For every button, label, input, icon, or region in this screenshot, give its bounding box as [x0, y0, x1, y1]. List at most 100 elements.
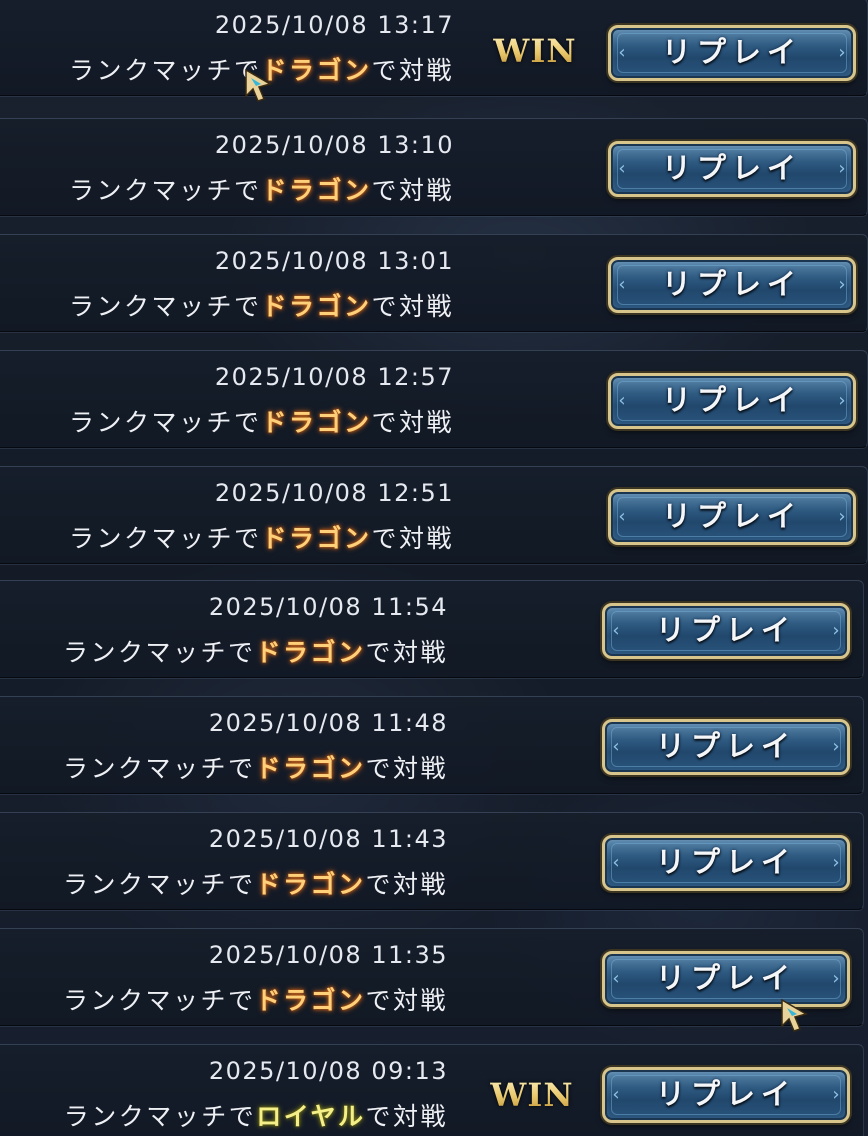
chevron-left-icon: ‹ [618, 390, 626, 411]
class-name: ドラゴン [261, 524, 372, 553]
chevron-left-icon: ‹ [612, 852, 620, 873]
row-text-block: 2025/10/08 09:13 ランクマッチでロイヤルで対戦 [0, 1045, 448, 1136]
match-mode-text: ランクマッチで [62, 638, 256, 667]
row-text-block: 2025/10/08 11:54 ランクマッチでドラゴンで対戦 [0, 581, 448, 679]
chevron-left-icon: ‹ [618, 42, 626, 63]
match-history-list: 2025/10/08 13:17 ランクマッチでドラゴンで対戦 WIN ‹ リプ… [0, 0, 868, 1136]
match-suffix-text: で対戦 [371, 56, 454, 85]
match-history-row: 2025/10/08 13:17 ランクマッチでドラゴンで対戦 WIN ‹ リプ… [0, 0, 868, 96]
replay-button[interactable]: ‹ リプレイ › [602, 1067, 850, 1123]
match-history-row: 2025/10/08 13:10 ランクマッチでドラゴンで対戦 ‹ リプレイ › [0, 118, 868, 216]
match-history-row: 2025/10/08 11:43 ランクマッチでドラゴンで対戦 ‹ リプレイ › [0, 812, 864, 910]
chevron-right-icon: › [838, 42, 846, 63]
match-datetime: 2025/10/08 13:01 [214, 247, 454, 275]
match-mode-text: ランクマッチで [68, 56, 262, 85]
class-name: ドラゴン [255, 870, 366, 899]
match-mode-text: ランクマッチで [68, 176, 262, 205]
chevron-right-icon: › [838, 274, 846, 295]
row-text-block: 2025/10/08 11:43 ランクマッチでドラゴンで対戦 [0, 813, 448, 911]
match-suffix-text: で対戦 [371, 292, 454, 321]
match-mode-text: ランクマッチで [63, 1102, 257, 1131]
match-datetime: 2025/10/08 12:57 [214, 363, 454, 391]
chevron-right-icon: › [838, 158, 846, 179]
match-mode-text: ランクマッチで [62, 754, 256, 783]
replay-button-label: リプレイ [655, 961, 796, 995]
match-mode-text: ランクマッチで [68, 408, 262, 437]
win-badge: WIN [490, 1076, 574, 1114]
replay-button[interactable]: ‹ リプレイ › [608, 257, 856, 313]
replay-button-label: リプレイ [661, 267, 802, 301]
row-text-block: 2025/10/08 11:48 ランクマッチでドラゴンで対戦 [0, 697, 448, 795]
cursor-arrow-icon [781, 998, 808, 1032]
match-suffix-text: で対戦 [365, 870, 448, 899]
match-description: ランクマッチでドラゴンで対戦 [2, 403, 454, 439]
match-history-row: 2025/10/08 13:01 ランクマッチでドラゴンで対戦 ‹ リプレイ › [0, 234, 868, 332]
replay-button[interactable]: ‹ リプレイ › [602, 719, 850, 775]
match-description: ランクマッチでロイヤルで対戦 [0, 1097, 448, 1133]
replay-button[interactable]: ‹ リプレイ › [608, 141, 856, 197]
chevron-right-icon: › [832, 852, 840, 873]
match-mode-text: ランクマッチで [68, 292, 262, 321]
class-name: ドラゴン [261, 292, 372, 321]
chevron-right-icon: › [838, 506, 846, 527]
match-history-row: 2025/10/08 11:48 ランクマッチでドラゴンで対戦 ‹ リプレイ › [0, 696, 864, 794]
chevron-right-icon: › [832, 1084, 840, 1105]
class-name: ドラゴン [255, 754, 366, 783]
match-suffix-text: で対戦 [371, 524, 454, 553]
match-datetime: 2025/10/08 11:54 [208, 593, 448, 621]
class-name: ドラゴン [261, 408, 372, 437]
chevron-right-icon: › [838, 390, 846, 411]
win-badge: WIN [493, 32, 577, 70]
match-suffix-text: で対戦 [365, 986, 448, 1015]
match-suffix-text: で対戦 [371, 408, 454, 437]
chevron-left-icon: ‹ [612, 736, 620, 757]
replay-button-label: リプレイ [655, 1077, 796, 1111]
replay-button-label: リプレイ [661, 151, 802, 185]
chevron-right-icon: › [832, 968, 840, 989]
class-name: ドラゴン [255, 638, 366, 667]
row-text-block: 2025/10/08 12:51 ランクマッチでドラゴンで対戦 [0, 467, 454, 565]
row-text-block: 2025/10/08 13:01 ランクマッチでドラゴンで対戦 [0, 235, 454, 333]
match-description: ランクマッチでドラゴンで対戦 [0, 749, 448, 785]
replay-button[interactable]: ‹ リプレイ › [608, 489, 856, 545]
match-mode-text: ランクマッチで [62, 870, 256, 899]
replay-button-label: リプレイ [661, 35, 802, 69]
replay-button[interactable]: ‹ リプレイ › [602, 951, 850, 1007]
replay-button-label: リプレイ [655, 845, 796, 879]
match-suffix-text: で対戦 [371, 176, 454, 205]
class-name: ロイヤル [256, 1102, 366, 1131]
chevron-left-icon: ‹ [612, 968, 620, 989]
replay-button[interactable]: ‹ リプレイ › [608, 25, 856, 81]
replay-button-label: リプレイ [661, 499, 802, 533]
replay-button-label: リプレイ [655, 613, 796, 647]
chevron-left-icon: ‹ [612, 1084, 620, 1105]
match-datetime: 2025/10/08 11:48 [208, 709, 448, 737]
match-description: ランクマッチでドラゴンで対戦 [2, 287, 454, 323]
replay-button[interactable]: ‹ リプレイ › [608, 373, 856, 429]
row-text-block: 2025/10/08 13:17 ランクマッチでドラゴンで対戦 [0, 0, 454, 97]
replay-button[interactable]: ‹ リプレイ › [602, 603, 850, 659]
match-suffix-text: で対戦 [365, 638, 448, 667]
replay-button-label: リプレイ [661, 383, 802, 417]
row-text-block: 2025/10/08 11:35 ランクマッチでドラゴンで対戦 [0, 929, 448, 1027]
match-description: ランクマッチでドラゴンで対戦 [2, 51, 454, 87]
match-history-row: 2025/10/08 12:51 ランクマッチでドラゴンで対戦 ‹ リプレイ › [0, 466, 868, 564]
match-suffix-text: で対戦 [365, 754, 448, 783]
match-datetime: 2025/10/08 09:13 [208, 1057, 448, 1085]
class-name: ドラゴン [261, 176, 372, 205]
replay-button[interactable]: ‹ リプレイ › [602, 835, 850, 891]
match-datetime: 2025/10/08 11:35 [208, 941, 448, 969]
match-description: ランクマッチでドラゴンで対戦 [0, 981, 448, 1017]
chevron-left-icon: ‹ [618, 506, 626, 527]
match-mode-text: ランクマッチで [68, 524, 262, 553]
match-suffix-text: で対戦 [365, 1102, 448, 1131]
match-datetime: 2025/10/08 11:43 [208, 825, 448, 853]
chevron-left-icon: ‹ [618, 158, 626, 179]
class-name: ドラゴン [255, 986, 366, 1015]
match-history-row: 2025/10/08 11:35 ランクマッチでドラゴンで対戦 ‹ リプレイ › [0, 928, 864, 1026]
match-datetime: 2025/10/08 13:17 [214, 11, 454, 39]
class-name: ドラゴン [261, 56, 372, 85]
chevron-left-icon: ‹ [612, 620, 620, 641]
chevron-right-icon: › [832, 736, 840, 757]
row-text-block: 2025/10/08 12:57 ランクマッチでドラゴンで対戦 [0, 351, 454, 449]
